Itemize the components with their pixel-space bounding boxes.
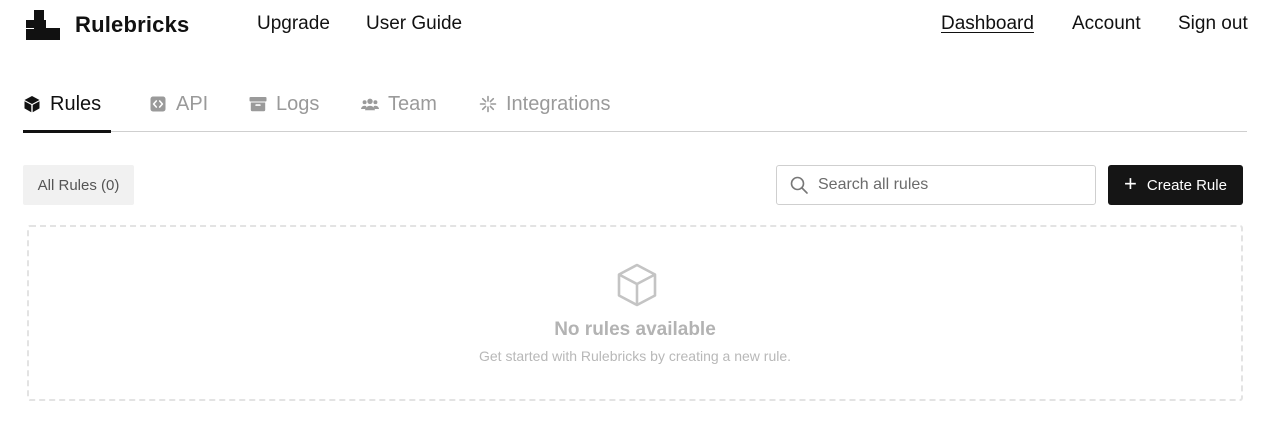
plus-icon: + — [1124, 171, 1137, 196]
nav-sign-out-link[interactable]: Sign out — [1178, 13, 1248, 35]
search-box[interactable] — [776, 165, 1096, 205]
nav-dashboard-link[interactable]: Dashboard — [941, 13, 1034, 35]
rulebricks-logo-icon — [26, 10, 60, 40]
create-rule-label: Create Rule — [1146, 176, 1227, 194]
nav-upgrade-link[interactable]: Upgrade — [257, 13, 330, 35]
tab-bar: Rules API Logs Team Integrations — [23, 78, 1247, 133]
code-icon — [149, 95, 167, 113]
tab-api[interactable]: API — [149, 78, 208, 132]
empty-state: No rules available Get started with Rule… — [27, 225, 1243, 401]
nav-user-guide-link[interactable]: User Guide — [366, 13, 462, 35]
tab-integrations[interactable]: Integrations — [479, 78, 611, 132]
brand[interactable]: Rulebricks — [26, 10, 190, 40]
tab-label: API — [176, 92, 209, 115]
tab-label: Integrations — [506, 92, 611, 115]
tab-rules[interactable]: Rules — [23, 78, 111, 133]
all-rules-filter[interactable]: All Rules (0) — [23, 165, 134, 205]
create-rule-button[interactable]: + Create Rule — [1108, 165, 1243, 205]
users-icon — [361, 95, 379, 113]
nav-account-link[interactable]: Account — [1072, 13, 1141, 35]
search-icon — [789, 175, 809, 195]
sparkle-icon — [479, 95, 497, 113]
cube-icon — [23, 95, 41, 113]
empty-box-icon — [615, 262, 659, 308]
empty-state-subtitle: Get started with Rulebricks by creating … — [478, 348, 792, 364]
search-input[interactable] — [818, 176, 1088, 194]
tab-label: Logs — [276, 92, 320, 115]
tab-label: Rules — [50, 92, 102, 115]
empty-state-title: No rules available — [554, 319, 716, 340]
tab-logs[interactable]: Logs — [249, 78, 319, 132]
tab-label: Team — [388, 92, 437, 115]
tab-team[interactable]: Team — [361, 78, 437, 132]
archive-icon — [249, 95, 267, 113]
brand-title: Rulebricks — [75, 12, 190, 37]
